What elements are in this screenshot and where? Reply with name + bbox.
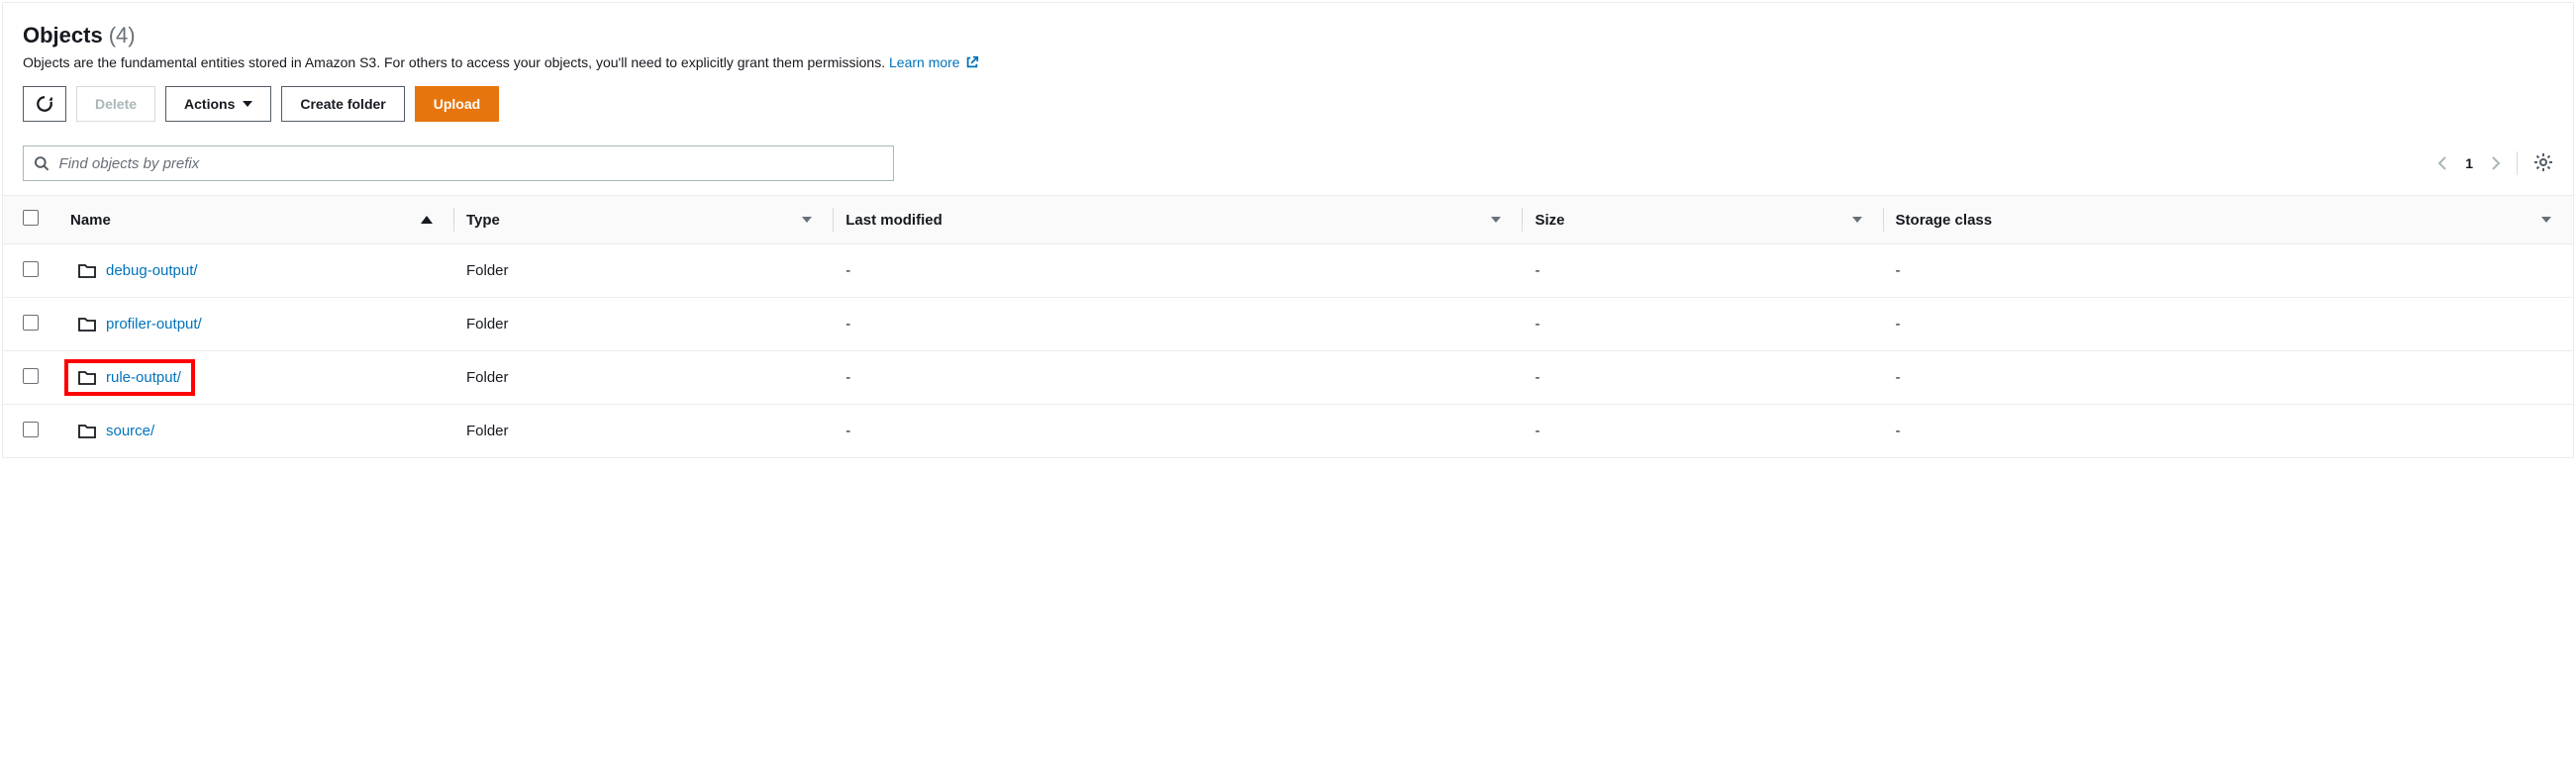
- toolbar: Delete Actions Create folder Upload: [23, 86, 2553, 122]
- next-page-icon[interactable]: [2491, 155, 2501, 171]
- refresh-button[interactable]: [23, 86, 66, 122]
- object-count: (4): [109, 23, 136, 48]
- select-all-checkbox[interactable]: [23, 210, 39, 226]
- refresh-icon: [36, 95, 53, 113]
- folder-icon: [78, 263, 96, 279]
- header-block: Objects (4) Objects are the fundamental …: [3, 23, 2573, 145]
- folder-icon: [78, 317, 96, 333]
- cell-last_modified: -: [834, 298, 1523, 351]
- cell-size: -: [1523, 298, 1883, 351]
- row-checkbox[interactable]: [23, 368, 39, 384]
- delete-button: Delete: [76, 86, 155, 122]
- column-size[interactable]: Size: [1523, 196, 1883, 244]
- sort-icon: [1852, 217, 1862, 223]
- cell-last_modified: -: [834, 405, 1523, 458]
- row-checkbox[interactable]: [23, 315, 39, 331]
- table-row: rule-output/Folder---: [3, 351, 2573, 405]
- page-title: Objects: [23, 23, 103, 48]
- cell-type: Folder: [454, 351, 834, 405]
- cell-storage_class: -: [1884, 244, 2573, 298]
- cell-size: -: [1523, 244, 1883, 298]
- object-link[interactable]: debug-output/: [106, 262, 198, 279]
- objects-panel: Objects (4) Objects are the fundamental …: [2, 2, 2574, 458]
- name-cell: debug-output/: [70, 258, 206, 283]
- folder-icon: [78, 370, 96, 386]
- page-subtitle: Objects are the fundamental entities sto…: [23, 54, 2553, 72]
- prev-page-icon[interactable]: [2437, 155, 2447, 171]
- cell-storage_class: -: [1884, 298, 2573, 351]
- filter-row: 1: [3, 145, 2573, 195]
- cell-type: Folder: [454, 244, 834, 298]
- sort-icon: [802, 217, 812, 223]
- settings-button[interactable]: [2533, 152, 2553, 175]
- sort-icon: [1491, 217, 1501, 223]
- search-box[interactable]: [23, 145, 894, 181]
- column-type[interactable]: Type: [454, 196, 834, 244]
- cell-last_modified: -: [834, 351, 1523, 405]
- caret-down-icon: [243, 101, 252, 107]
- cell-type: Folder: [454, 405, 834, 458]
- sort-asc-icon: [421, 216, 433, 224]
- table-row: source/Folder---: [3, 405, 2573, 458]
- cell-storage_class: -: [1884, 405, 2573, 458]
- page-number: 1: [2465, 155, 2473, 171]
- search-icon: [34, 155, 50, 171]
- object-link[interactable]: profiler-output/: [106, 316, 202, 333]
- name-cell: source/: [70, 419, 162, 443]
- column-last-modified[interactable]: Last modified: [834, 196, 1523, 244]
- gear-icon: [2533, 152, 2553, 172]
- sort-icon: [2541, 217, 2551, 223]
- name-cell: profiler-output/: [70, 312, 210, 336]
- table-row: profiler-output/Folder---: [3, 298, 2573, 351]
- object-link[interactable]: rule-output/: [106, 369, 181, 386]
- row-checkbox[interactable]: [23, 422, 39, 437]
- column-name[interactable]: Name: [58, 196, 454, 244]
- cell-storage_class: -: [1884, 351, 2573, 405]
- object-link[interactable]: source/: [106, 423, 154, 439]
- create-folder-button[interactable]: Create folder: [281, 86, 404, 122]
- objects-table: Name Type Last modified: [3, 195, 2573, 457]
- divider: [2517, 151, 2518, 175]
- pager: 1: [2437, 155, 2501, 171]
- name-cell: rule-output/: [70, 365, 189, 390]
- table-row: debug-output/Folder---: [3, 244, 2573, 298]
- cell-size: -: [1523, 351, 1883, 405]
- upload-button[interactable]: Upload: [415, 86, 499, 122]
- learn-more-link[interactable]: Learn more: [889, 54, 979, 70]
- search-input[interactable]: [59, 155, 883, 172]
- column-storage-class[interactable]: Storage class: [1884, 196, 2573, 244]
- row-checkbox[interactable]: [23, 261, 39, 277]
- actions-button[interactable]: Actions: [165, 86, 271, 122]
- select-all-header: [3, 196, 58, 244]
- cell-size: -: [1523, 405, 1883, 458]
- cell-last_modified: -: [834, 244, 1523, 298]
- folder-icon: [78, 424, 96, 439]
- external-link-icon: [965, 55, 979, 72]
- cell-type: Folder: [454, 298, 834, 351]
